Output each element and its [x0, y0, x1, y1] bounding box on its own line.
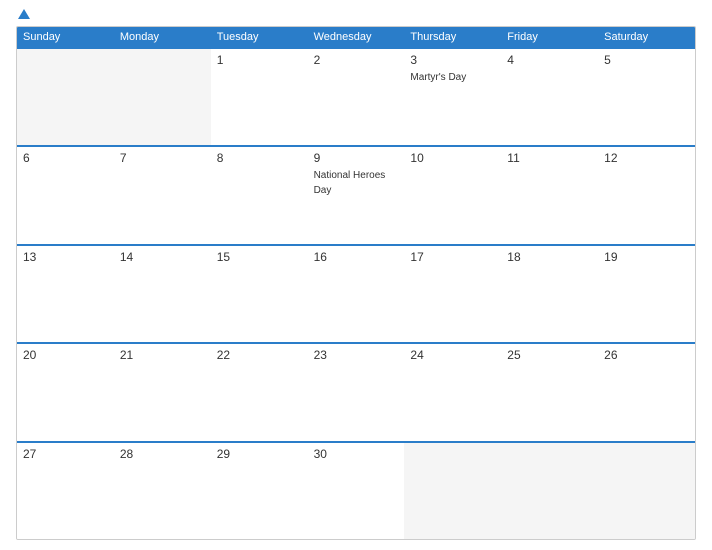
week-row-1: 123 Martyr's Day 45	[17, 47, 695, 145]
logo	[16, 10, 30, 20]
day-number: 24	[410, 348, 495, 362]
week-row-3: 13 14 15 16 17 18 19	[17, 244, 695, 342]
day-cell: 18	[501, 246, 598, 342]
header	[16, 10, 696, 20]
day-cell: 9 National Heroes Day	[308, 147, 405, 243]
day-number: 15	[217, 250, 302, 264]
day-number: 16	[314, 250, 399, 264]
day-number: 6	[23, 151, 108, 165]
day-cell: 13	[17, 246, 114, 342]
day-cell: 6	[17, 147, 114, 243]
day-cell: 8	[211, 147, 308, 243]
day-number: 18	[507, 250, 592, 264]
day-cell	[404, 443, 501, 539]
day-cell: 4	[501, 49, 598, 145]
day-cell: 27	[17, 443, 114, 539]
day-number: 29	[217, 447, 302, 461]
weeks-container: 123Martyr's Day456789National Heroes Day…	[17, 47, 695, 539]
day-number: 30	[314, 447, 399, 461]
day-header-saturday: Saturday	[598, 27, 695, 47]
day-number: 7	[120, 151, 205, 165]
day-cell: 17	[404, 246, 501, 342]
day-number: 11	[507, 151, 592, 165]
day-number: 14	[120, 250, 205, 264]
day-number: 26	[604, 348, 689, 362]
calendar-grid: SundayMondayTuesdayWednesdayThursdayFrid…	[16, 26, 696, 540]
day-number: 5	[604, 53, 689, 67]
day-cell: 2	[308, 49, 405, 145]
day-cell: 3 Martyr's Day	[404, 49, 501, 145]
day-number: 8	[217, 151, 302, 165]
day-number: 19	[604, 250, 689, 264]
day-cell: 14	[114, 246, 211, 342]
week-row-5: 27 28 29 30	[17, 441, 695, 539]
day-cell: 5	[598, 49, 695, 145]
day-number: 22	[217, 348, 302, 362]
day-cell: 20	[17, 344, 114, 440]
day-header-monday: Monday	[114, 27, 211, 47]
day-header-sunday: Sunday	[17, 27, 114, 47]
day-cell	[114, 49, 211, 145]
day-number: 4	[507, 53, 592, 67]
day-number: 2	[314, 53, 399, 67]
day-header-wednesday: Wednesday	[308, 27, 405, 47]
day-cell: 16	[308, 246, 405, 342]
day-cell: 29	[211, 443, 308, 539]
day-cell: 22	[211, 344, 308, 440]
day-number: 9	[314, 151, 399, 165]
day-cell	[501, 443, 598, 539]
day-cell: 24	[404, 344, 501, 440]
day-header-tuesday: Tuesday	[211, 27, 308, 47]
day-cell: 25	[501, 344, 598, 440]
day-cell: 19	[598, 246, 695, 342]
day-cell: 15	[211, 246, 308, 342]
day-cell	[598, 443, 695, 539]
day-number: 1	[217, 53, 302, 67]
week-row-2: 6789 National Heroes Day 10 11 12	[17, 145, 695, 243]
day-cell: 26	[598, 344, 695, 440]
day-number: 23	[314, 348, 399, 362]
day-number: 27	[23, 447, 108, 461]
day-header-friday: Friday	[501, 27, 598, 47]
day-header-thursday: Thursday	[404, 27, 501, 47]
day-cell: 30	[308, 443, 405, 539]
day-headers-row: SundayMondayTuesdayWednesdayThursdayFrid…	[17, 27, 695, 47]
day-cell	[17, 49, 114, 145]
day-cell: 28	[114, 443, 211, 539]
day-number: 10	[410, 151, 495, 165]
day-number: 17	[410, 250, 495, 264]
day-number: 20	[23, 348, 108, 362]
day-number: 25	[507, 348, 592, 362]
day-number: 28	[120, 447, 205, 461]
day-cell: 21	[114, 344, 211, 440]
calendar-page: SundayMondayTuesdayWednesdayThursdayFrid…	[0, 0, 712, 550]
day-event: National Heroes Day	[314, 170, 386, 196]
day-cell: 10	[404, 147, 501, 243]
day-number: 12	[604, 151, 689, 165]
day-cell: 11	[501, 147, 598, 243]
day-cell: 7	[114, 147, 211, 243]
day-number: 3	[410, 53, 495, 67]
logo-triangle-icon	[18, 9, 30, 19]
day-event: Martyr's Day	[410, 72, 466, 83]
day-cell: 23	[308, 344, 405, 440]
day-number: 13	[23, 250, 108, 264]
day-number: 21	[120, 348, 205, 362]
week-row-4: 20 21 22 23 24 25 26	[17, 342, 695, 440]
day-cell: 12	[598, 147, 695, 243]
day-cell: 1	[211, 49, 308, 145]
